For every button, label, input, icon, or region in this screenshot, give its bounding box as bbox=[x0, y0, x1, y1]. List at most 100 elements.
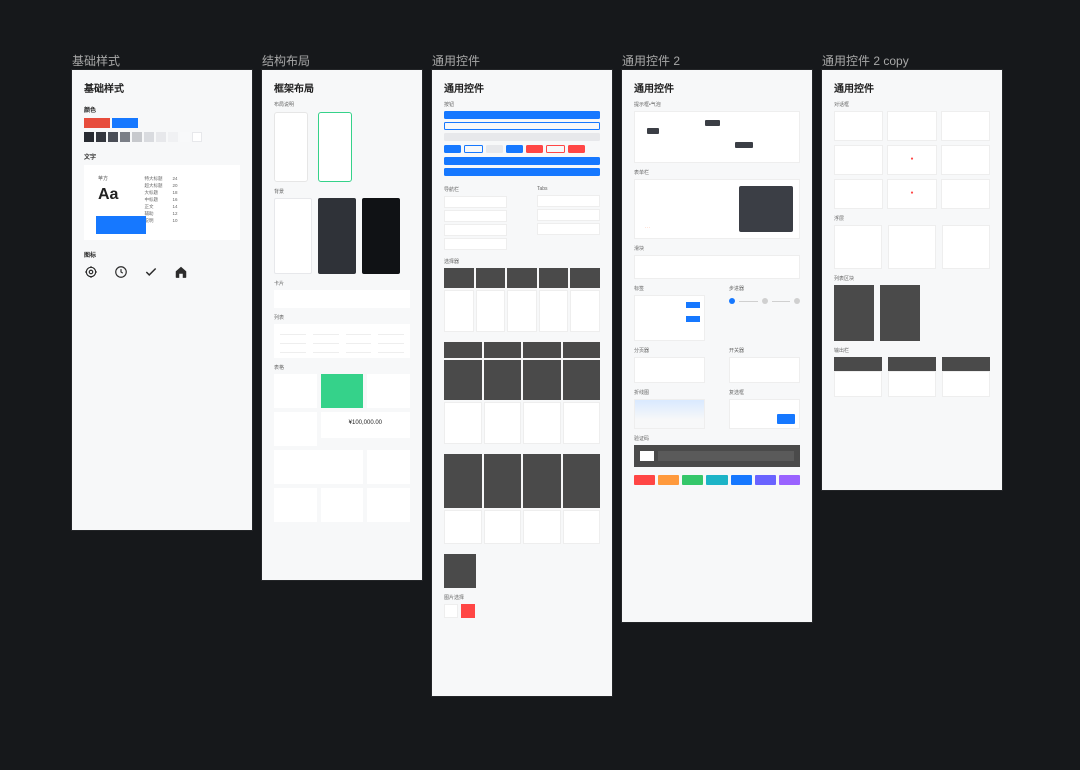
tag-purple[interactable] bbox=[779, 475, 800, 485]
artboard-widgets[interactable]: 通用控件 按钮 bbox=[432, 70, 612, 696]
image-selected[interactable] bbox=[461, 604, 475, 618]
tag-teal[interactable] bbox=[706, 475, 727, 485]
primary-button[interactable] bbox=[444, 157, 600, 165]
picker-column[interactable] bbox=[444, 290, 474, 332]
mix-card-success[interactable] bbox=[321, 374, 364, 408]
mix-card[interactable] bbox=[367, 450, 410, 484]
artboard-widgets2copy[interactable]: 通用控件 对话框 ● ● 浮层 列表区块 bbox=[822, 70, 1002, 490]
danger-button[interactable] bbox=[568, 145, 585, 153]
dialog-card[interactable] bbox=[834, 145, 883, 175]
tabbar[interactable] bbox=[537, 223, 600, 235]
disabled-button[interactable] bbox=[486, 145, 503, 153]
swatch-red[interactable] bbox=[84, 118, 110, 128]
badge-blue[interactable] bbox=[686, 302, 700, 308]
secondary-button[interactable] bbox=[464, 145, 483, 153]
sheet-dark[interactable] bbox=[834, 285, 874, 341]
dialog-card[interactable] bbox=[941, 179, 990, 209]
swatch-white[interactable] bbox=[192, 132, 202, 142]
frame-title-widgets[interactable]: 通用控件 bbox=[432, 52, 480, 69]
dialog-card[interactable] bbox=[941, 145, 990, 175]
swatch-blue[interactable] bbox=[112, 118, 138, 128]
pager-panel[interactable] bbox=[634, 357, 705, 383]
dialog-card[interactable] bbox=[834, 179, 883, 209]
mix-card-wide[interactable] bbox=[274, 450, 363, 484]
tooltip[interactable] bbox=[735, 142, 753, 148]
danger-button[interactable] bbox=[526, 145, 543, 153]
badge-blue[interactable] bbox=[686, 316, 700, 322]
frame-title-widgets2copy[interactable]: 通用控件 2 copy bbox=[822, 52, 909, 69]
swatch-grey-200[interactable] bbox=[156, 132, 166, 142]
navbar[interactable] bbox=[444, 210, 507, 222]
mix-card[interactable] bbox=[367, 488, 410, 522]
bg-black[interactable] bbox=[362, 198, 400, 274]
dialog-error[interactable]: ● bbox=[887, 145, 936, 175]
swatch-grey-800[interactable] bbox=[108, 132, 118, 142]
float-card[interactable] bbox=[834, 225, 882, 269]
swatch-grey-50[interactable] bbox=[180, 132, 190, 142]
primary-button[interactable] bbox=[444, 111, 600, 119]
dialog-error[interactable]: ● bbox=[887, 179, 936, 209]
frame-title-structure[interactable]: 结构布局 bbox=[262, 52, 310, 69]
dialog-card[interactable] bbox=[834, 111, 883, 141]
login-panel[interactable] bbox=[739, 186, 793, 232]
tag-orange[interactable] bbox=[658, 475, 679, 485]
tag-red[interactable] bbox=[634, 475, 655, 485]
tabbar[interactable] bbox=[537, 195, 600, 207]
artboard-widgets2[interactable]: 通用控件 提示框•气泡 表单栏 · · · 滑块 标签 bbox=[622, 70, 812, 622]
swatch-grey-950[interactable] bbox=[84, 132, 94, 142]
keypad[interactable] bbox=[834, 371, 882, 397]
bg-dark[interactable] bbox=[318, 198, 356, 274]
slider-panel[interactable] bbox=[634, 255, 800, 279]
primary-button[interactable] bbox=[444, 145, 461, 153]
navbar[interactable] bbox=[444, 224, 507, 236]
navbar[interactable] bbox=[444, 238, 507, 250]
disabled-button[interactable] bbox=[444, 133, 600, 141]
sheet-dark[interactable] bbox=[880, 285, 920, 341]
tag-green[interactable] bbox=[682, 475, 703, 485]
dialog-card[interactable] bbox=[941, 111, 990, 141]
swatch-grey-300[interactable] bbox=[144, 132, 154, 142]
sparkline-card[interactable] bbox=[634, 399, 705, 429]
swatch-grey-900[interactable] bbox=[96, 132, 106, 142]
float-card[interactable] bbox=[888, 225, 936, 269]
toast-header[interactable] bbox=[888, 357, 936, 371]
figma-canvas[interactable]: 基础样式 基础样式 颜色 文字 bbox=[0, 0, 1080, 770]
mix-card[interactable] bbox=[274, 488, 317, 522]
danger-outline-button[interactable] bbox=[546, 145, 565, 153]
keypad[interactable] bbox=[942, 371, 990, 397]
checkbox-card[interactable] bbox=[729, 399, 800, 429]
tag-blue[interactable] bbox=[731, 475, 752, 485]
checkbox-on[interactable] bbox=[777, 414, 795, 424]
secondary-button[interactable] bbox=[444, 122, 600, 130]
dialog-card[interactable] bbox=[887, 111, 936, 141]
artboard-structure[interactable]: 框架布局 布局说明 背景 卡片 列表 表格 bbox=[262, 70, 422, 580]
mix-card[interactable] bbox=[274, 374, 317, 408]
money-card[interactable]: ¥100,000.00 bbox=[321, 412, 410, 438]
frame-title-basics[interactable]: 基础样式 bbox=[72, 52, 120, 69]
phone-frame[interactable] bbox=[274, 112, 308, 182]
single-picker[interactable] bbox=[444, 554, 476, 588]
navbar[interactable] bbox=[444, 196, 507, 208]
toast-header[interactable] bbox=[942, 357, 990, 371]
tag-indigo[interactable] bbox=[755, 475, 776, 485]
mix-card[interactable] bbox=[367, 374, 410, 408]
keypad[interactable] bbox=[888, 371, 936, 397]
float-card[interactable] bbox=[942, 225, 990, 269]
image-slot[interactable] bbox=[444, 604, 458, 618]
mix-card[interactable] bbox=[321, 488, 364, 522]
code-box[interactable] bbox=[640, 451, 654, 461]
artboard-basics[interactable]: 基础样式 颜色 文字 苹方 A bbox=[72, 70, 252, 530]
primary-button[interactable] bbox=[444, 168, 600, 176]
tabbar[interactable] bbox=[537, 209, 600, 221]
code-field[interactable] bbox=[658, 451, 794, 461]
swatch-grey-700[interactable] bbox=[120, 132, 130, 142]
primary-button[interactable] bbox=[506, 145, 523, 153]
picker-header[interactable] bbox=[444, 268, 474, 288]
swatch-grey-400[interactable] bbox=[132, 132, 142, 142]
mix-card[interactable] bbox=[274, 412, 317, 446]
frame-title-widgets2[interactable]: 通用控件 2 bbox=[622, 52, 680, 69]
swatch-grey-100[interactable] bbox=[168, 132, 178, 142]
toast-header[interactable] bbox=[834, 357, 882, 371]
forgot-link[interactable]: · · · bbox=[645, 226, 650, 230]
tooltip[interactable] bbox=[647, 128, 659, 134]
